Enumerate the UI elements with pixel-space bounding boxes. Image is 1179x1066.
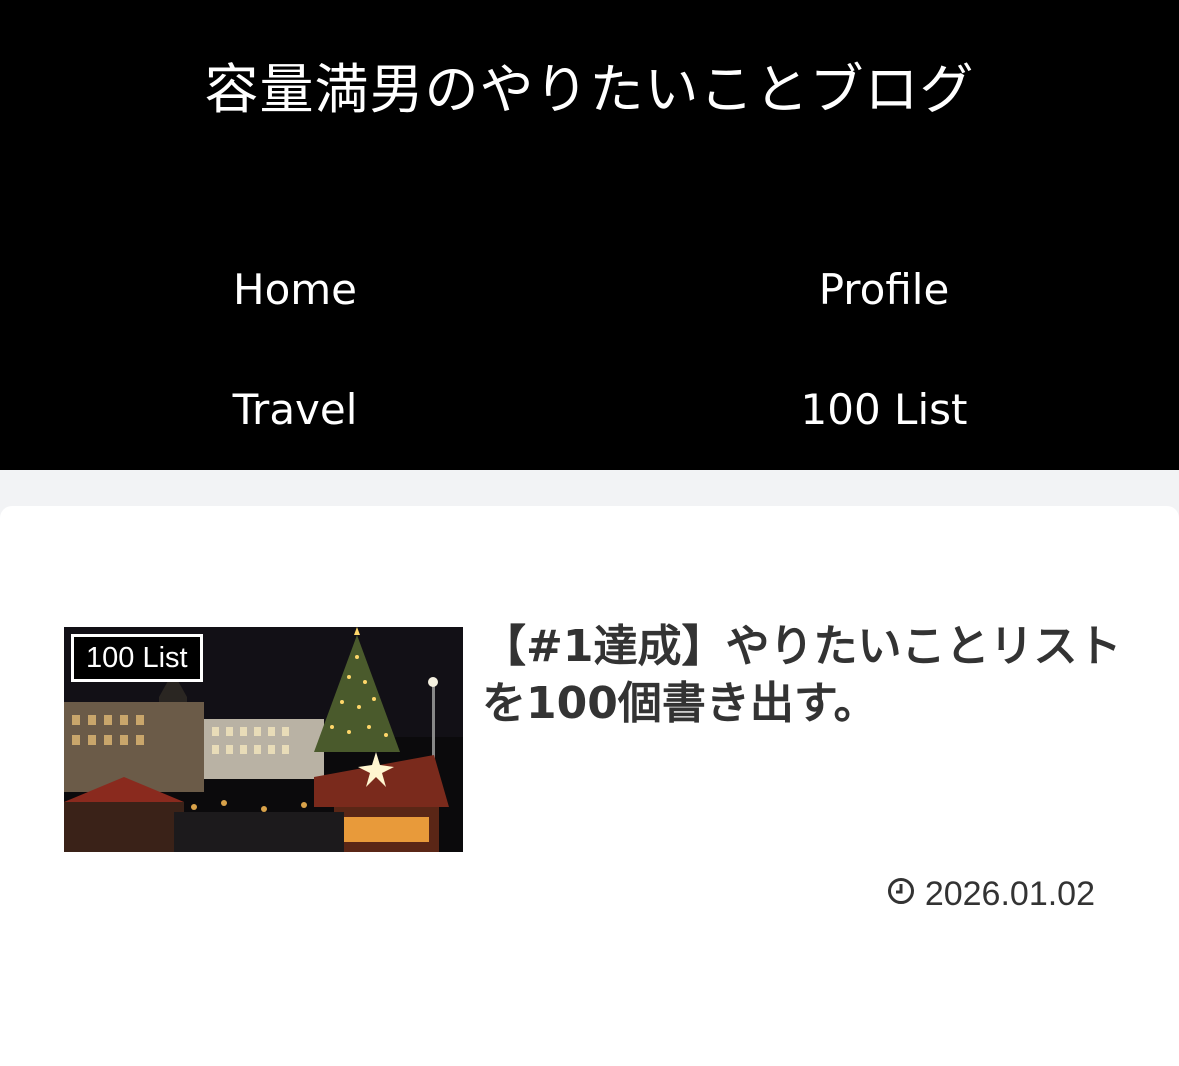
nav-item-travel[interactable]: Travel <box>0 380 590 440</box>
site-title[interactable]: 容量満男のやりたいことブログ <box>0 52 1179 128</box>
post-date: 2026.01.02 <box>887 872 1095 916</box>
post-title[interactable]: 【#1達成】やりたいことリストを100個書き出す。 <box>482 618 1122 732</box>
post-thumbnail[interactable]: 100 List <box>64 627 463 852</box>
category-badge[interactable]: 100 List <box>71 634 203 682</box>
nav-item-100-list[interactable]: 100 List <box>589 380 1179 440</box>
post-card: 100 List 【#1達成】やりたいことリストを100個書き出す。 2026.… <box>0 506 1179 1066</box>
nav-item-home[interactable]: Home <box>0 260 590 320</box>
clock-icon <box>887 875 915 914</box>
post-date-text: 2026.01.02 <box>924 874 1095 913</box>
site-header: 容量満男のやりたいことブログ Home Profile Travel 100 L… <box>0 0 1179 470</box>
nav-item-profile[interactable]: Profile <box>589 260 1179 320</box>
